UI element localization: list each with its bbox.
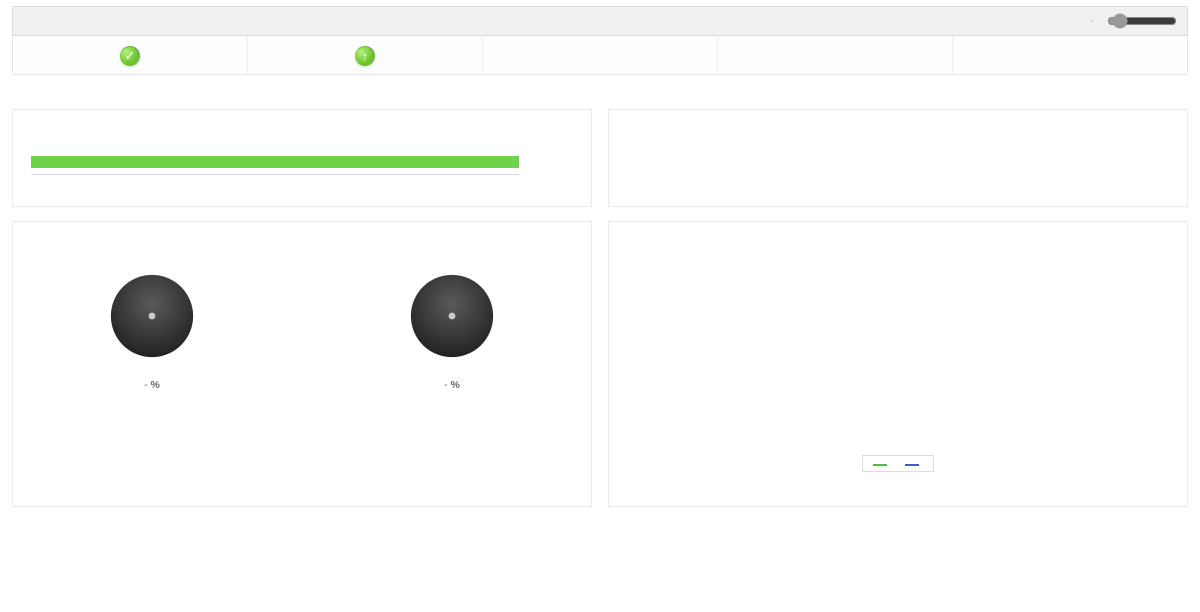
disk-network-panel — [608, 221, 1188, 507]
performance-history-panel — [608, 109, 1188, 207]
availability-up-icon: ↑ — [355, 46, 375, 66]
status-row: ✓ ↑ — [12, 36, 1188, 75]
granularity-slider[interactable] — [1107, 13, 1177, 29]
time-range-controls — [1091, 13, 1177, 29]
cpu-memory-panel: - % - % — [12, 221, 592, 507]
title-bar — [12, 6, 1188, 36]
availability-history-panel — [12, 109, 592, 207]
cpu-gauge — [92, 262, 212, 358]
dn-legend — [623, 455, 1173, 472]
memory-gauge — [392, 262, 512, 358]
avail-tick-row — [31, 174, 519, 192]
range-pill-group — [1091, 20, 1093, 22]
health-ok-icon: ✓ — [120, 46, 140, 66]
disk-network-chart — [623, 238, 1173, 448]
availability-bar — [31, 156, 519, 168]
